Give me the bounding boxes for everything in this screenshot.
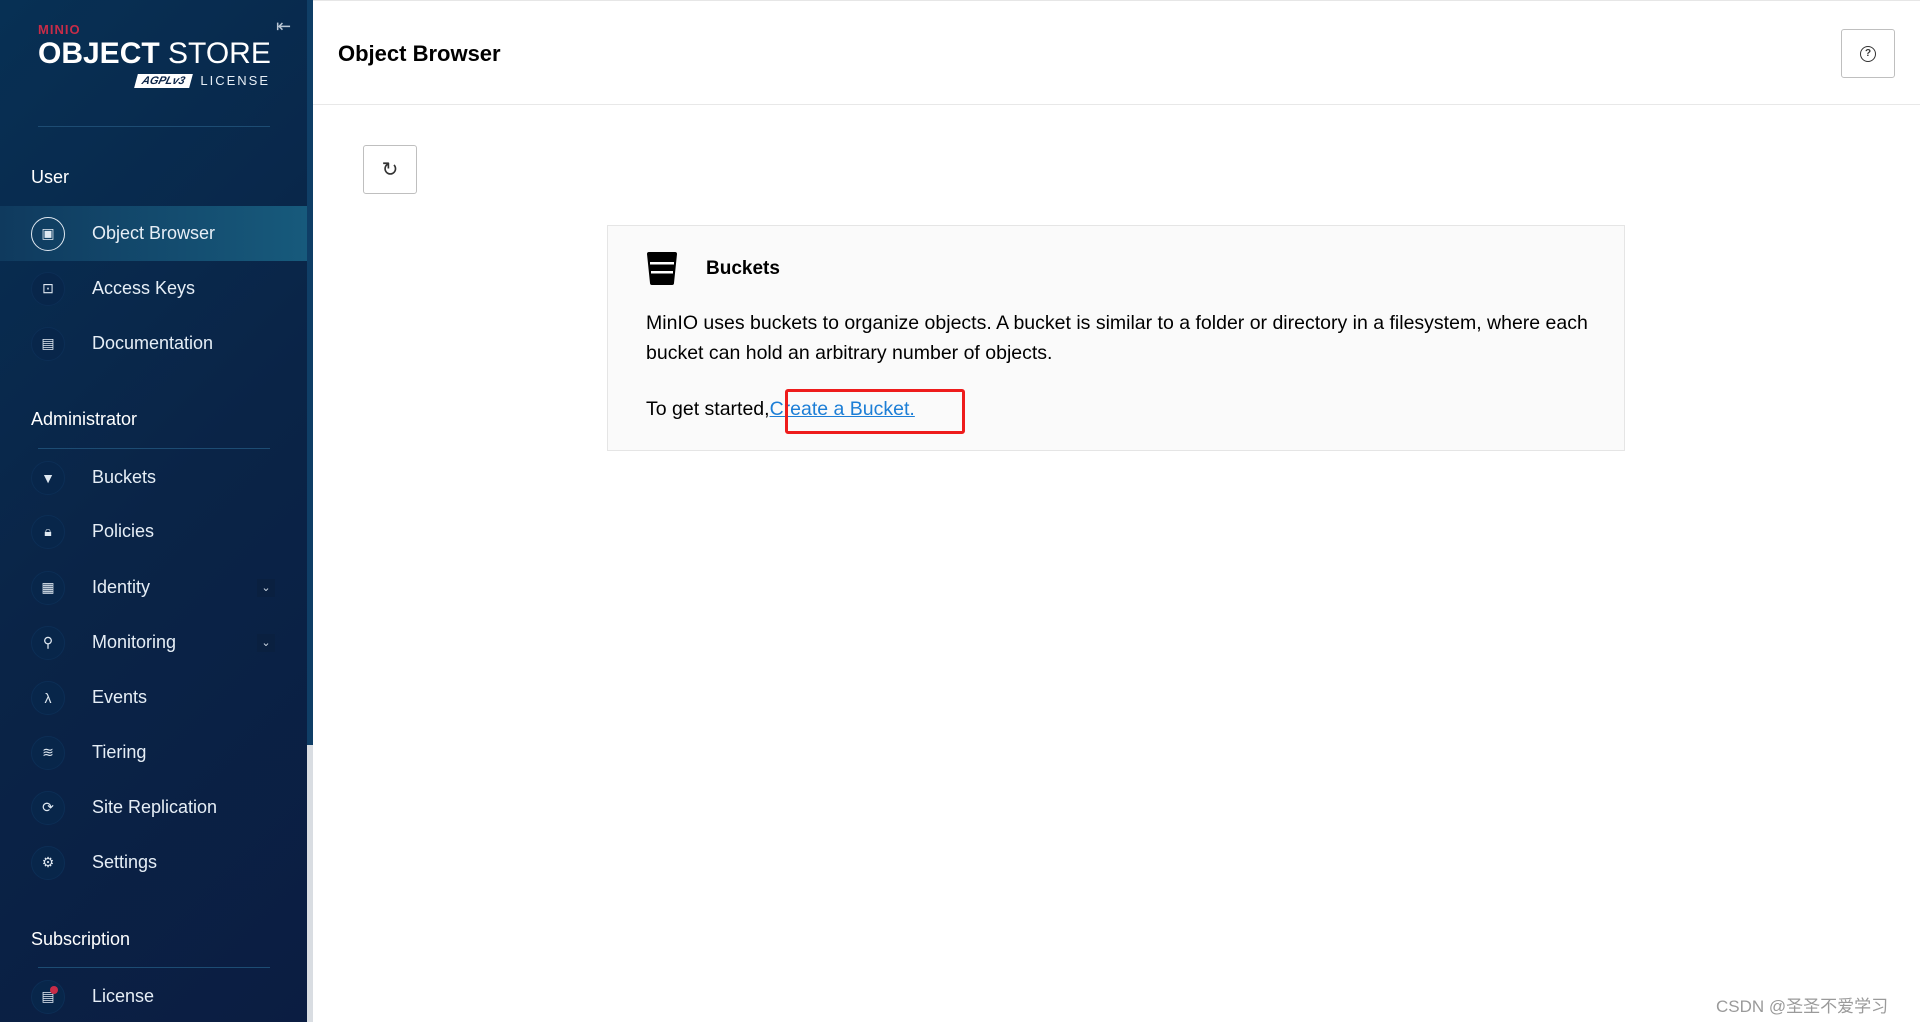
sidebar-item-label: Identity [92, 577, 151, 597]
bucket-icon: ▼ [31, 460, 65, 495]
gear-icon: ⚙ [31, 845, 65, 880]
sidebar-item-identity[interactable]: ▦ Identity ⌄ [0, 560, 307, 615]
replication-icon: ⟳ [31, 790, 65, 825]
monitoring-icon: ⚲ [31, 625, 65, 660]
sidebar-item-events[interactable]: λ Events [0, 670, 307, 725]
sidebar-item-object-browser[interactable]: ▣ Object Browser [0, 206, 307, 261]
bucket-icon [647, 252, 677, 285]
license-text: LICENSE [200, 73, 270, 88]
sidebar-item-label: Buckets [92, 467, 157, 487]
page-title: Object Browser [338, 41, 501, 66]
sidebar-item-site-replication[interactable]: ⟳ Site Replication [0, 780, 307, 835]
key-icon: ⊡ [31, 271, 65, 306]
divider [38, 126, 270, 127]
logo-brand: MINIO [38, 22, 81, 37]
logo-license: AGPLv3 LICENSE [38, 73, 278, 88]
sidebar-item-policies[interactable]: 🔒︎ Policies [0, 504, 307, 559]
sidebar-item-monitoring[interactable]: ⚲ Monitoring ⌄ [0, 615, 307, 670]
help-button[interactable]: ? [1841, 29, 1895, 78]
refresh-icon: ↻ [381, 159, 399, 181]
sidebar: MINIO OBJECT STORE AGPLv3 LICENSE ⇤ User … [0, 0, 307, 1022]
sidebar-item-label: Documentation [92, 333, 214, 353]
get-started-text: To get started,Create a Bucket. [646, 398, 915, 421]
logo-product-bold: OBJECT [38, 37, 160, 70]
buckets-info-card: Buckets MinIO uses buckets to organize o… [607, 225, 1625, 451]
sidebar-item-settings[interactable]: ⚙ Settings [0, 835, 307, 890]
section-user: User [31, 167, 70, 187]
section-subscription: Subscription [31, 929, 131, 949]
sidebar-item-access-keys[interactable]: ⊡ Access Keys [0, 261, 307, 316]
id-card-icon: ▦ [31, 570, 65, 605]
sidebar-item-label: Settings [92, 852, 158, 872]
watermark: CSDN @圣圣不爱学习 [1716, 997, 1889, 1016]
divider [38, 967, 270, 968]
card-title: Buckets [706, 258, 780, 279]
sidebar-item-label: Policies [92, 521, 155, 541]
sidebar-item-label: Events [92, 687, 148, 707]
section-administrator: Administrator [31, 409, 138, 429]
sidebar-item-documentation[interactable]: ▤ Documentation [0, 316, 307, 371]
sidebar-item-license[interactable]: ▤ License [0, 969, 307, 1024]
object-browser-icon: ▣ [31, 216, 65, 251]
sidebar-item-label: Tiering [92, 742, 147, 762]
logo-product-light: STORE [168, 37, 271, 70]
agpl-badge: AGPLv3 [133, 73, 193, 88]
sidebar-item-label: Object Browser [92, 223, 216, 243]
minio-logo: MINIO OBJECT STORE AGPLv3 LICENSE [38, 22, 278, 88]
divider [38, 448, 270, 449]
sidebar-item-label: Site Replication [92, 797, 218, 817]
sidebar-item-label: Access Keys [92, 278, 196, 298]
scrollbar-thumb[interactable] [307, 745, 313, 1022]
license-icon: ▤ [31, 979, 65, 1014]
logo-product: OBJECT STORE [38, 39, 278, 69]
document-icon: ▤ [31, 326, 65, 361]
sidebar-item-buckets[interactable]: ▼ Buckets [0, 450, 307, 505]
sidebar-item-tiering[interactable]: ≋ Tiering [0, 725, 307, 780]
collapse-sidebar-icon[interactable]: ⇤ [276, 16, 291, 37]
help-icon: ? [1860, 45, 1876, 62]
lock-icon: 🔒︎ [31, 514, 65, 549]
chevron-down-icon[interactable]: ⌄ [257, 633, 275, 652]
sidebar-item-label: License [92, 986, 155, 1006]
layers-icon: ≋ [31, 735, 65, 770]
card-description: MinIO uses buckets to organize objects. … [646, 312, 1588, 364]
lambda-icon: λ [31, 680, 65, 715]
chevron-down-icon[interactable]: ⌄ [257, 578, 275, 597]
refresh-button[interactable]: ↻ [363, 145, 417, 194]
get-started-prefix: To get started, [646, 398, 770, 420]
sidebar-item-label: Monitoring [92, 632, 177, 652]
page-header: Object Browser ? [313, 0, 1920, 105]
create-bucket-link[interactable]: Create a Bucket. [770, 398, 915, 420]
sidebar-scrollbar[interactable] [307, 0, 313, 1022]
